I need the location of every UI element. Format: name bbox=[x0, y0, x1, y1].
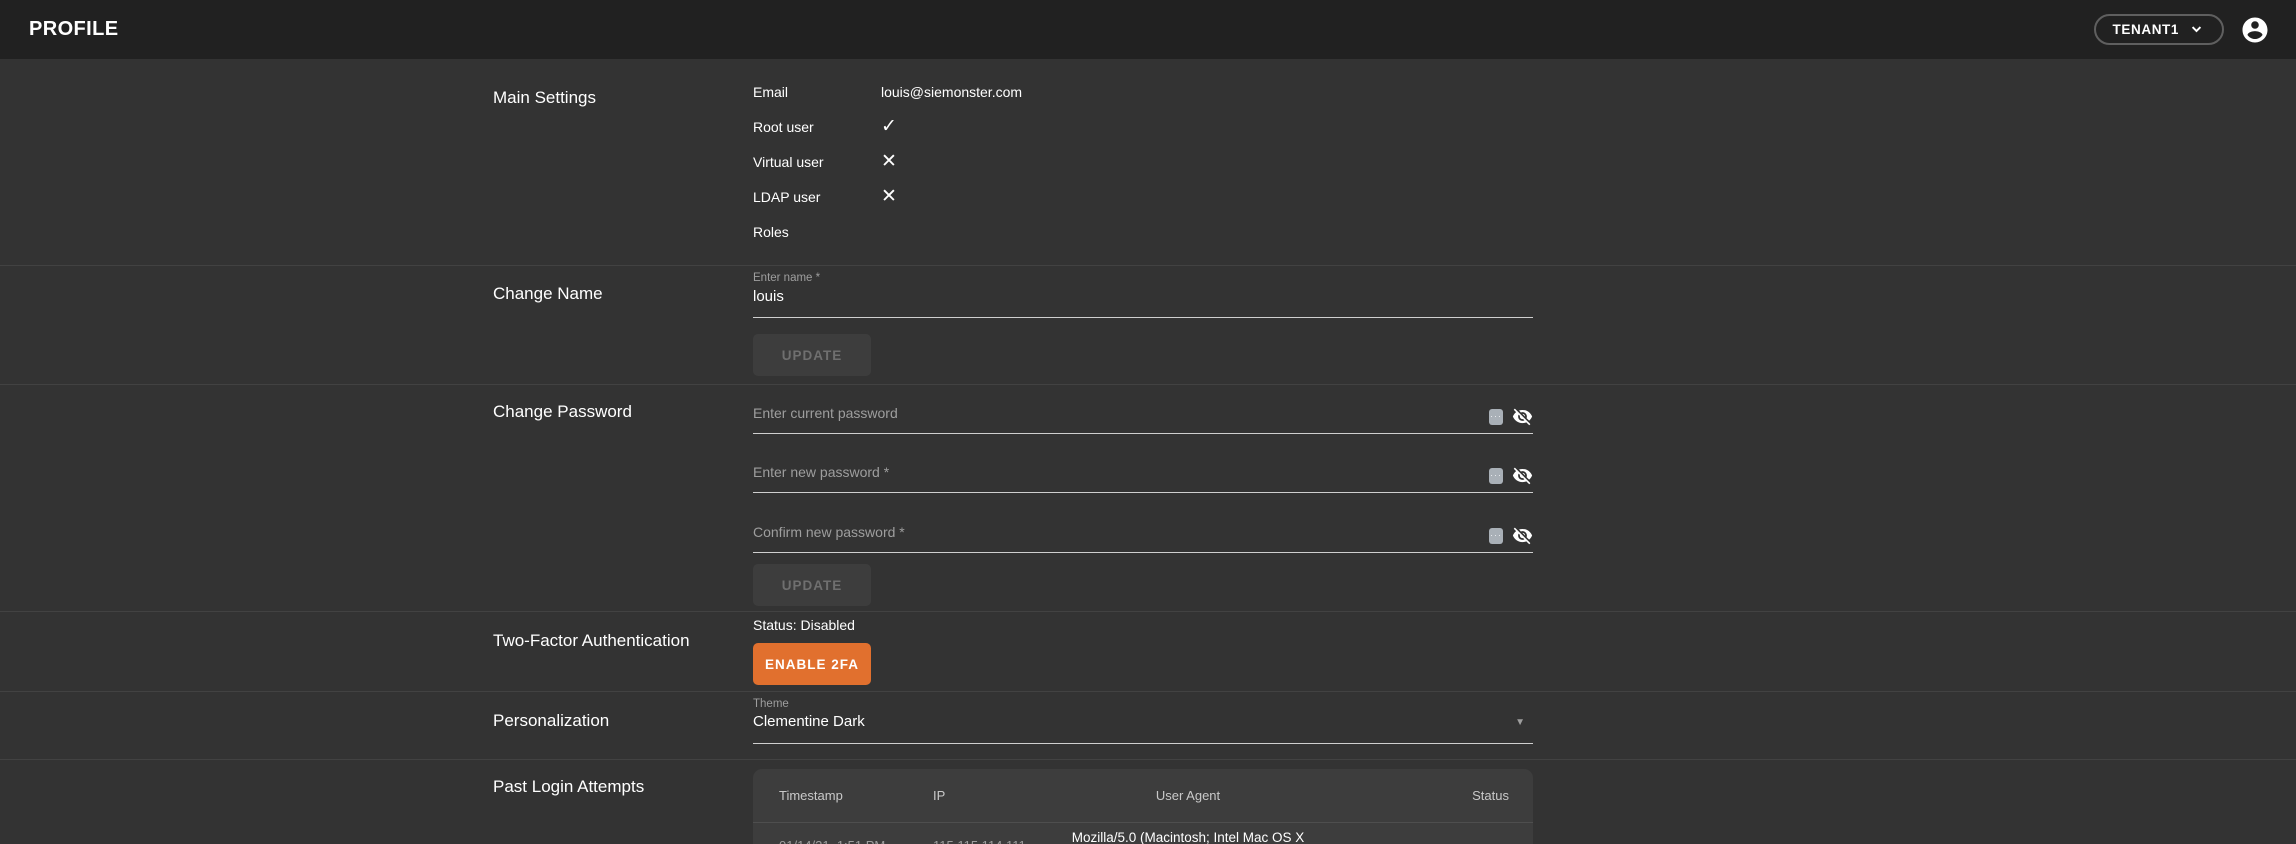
theme-select[interactable]: Clementine Dark ▼ bbox=[753, 713, 1533, 744]
column-header-ip: IP bbox=[933, 788, 1063, 803]
column-header-timestamp: Timestamp bbox=[753, 788, 933, 803]
info-row-virtual-user: Virtual user ✕ bbox=[753, 144, 1533, 179]
close-icon: ✕ bbox=[881, 187, 897, 206]
roles-label: Roles bbox=[753, 224, 881, 240]
personalization-content: Theme Clementine Dark ▼ bbox=[753, 692, 1533, 759]
column-header-user-agent: User Agent bbox=[1063, 788, 1313, 803]
section-title: Two-Factor Authentication bbox=[493, 612, 753, 691]
main-settings-content: Email louis@siemonster.com Root user ✓ V… bbox=[753, 59, 1533, 265]
info-row-root-user: Root user ✓ bbox=[753, 109, 1533, 144]
new-password-input[interactable] bbox=[753, 464, 1377, 480]
page-title: PROFILE bbox=[29, 18, 118, 41]
password-manager-icon[interactable]: ··· bbox=[1489, 409, 1503, 425]
visibility-off-icon[interactable] bbox=[1512, 465, 1533, 486]
password-manager-icon[interactable]: ··· bbox=[1489, 528, 1503, 544]
current-password-field: ··· bbox=[753, 405, 1533, 434]
cell-timestamp: 01/14/21, 1:51 PM bbox=[753, 823, 933, 844]
password-field-icons: ··· bbox=[1489, 406, 1533, 427]
info-row-ldap-user: LDAP user ✕ bbox=[753, 179, 1533, 214]
enable-2fa-button[interactable]: ENABLE 2FA bbox=[753, 643, 871, 685]
tenant-selector-button[interactable]: TENANT1 bbox=[2094, 14, 2224, 45]
new-password-field: ··· bbox=[753, 464, 1533, 493]
cell-user-agent: Mozilla/5.0 (Macintosh; Intel Mac OS X 1… bbox=[1063, 823, 1313, 844]
section-title: Change Name bbox=[493, 266, 753, 384]
name-field-label: Enter name * bbox=[753, 266, 1533, 284]
change-name-content: Enter name * UPDATE bbox=[753, 266, 1533, 384]
update-password-button[interactable]: UPDATE bbox=[753, 564, 871, 606]
section-title: Main Settings bbox=[493, 59, 753, 265]
password-manager-icon[interactable]: ··· bbox=[1489, 468, 1503, 484]
close-icon: ✕ bbox=[881, 152, 897, 171]
column-header-status: Status bbox=[1313, 788, 1533, 803]
ldap-user-label: LDAP user bbox=[753, 189, 881, 205]
section-personalization: Personalization Theme Clementine Dark ▼ bbox=[0, 692, 2296, 760]
section-title: Past Login Attempts bbox=[493, 760, 753, 844]
two-factor-content: Status: Disabled ENABLE 2FA bbox=[753, 612, 1533, 691]
section-title: Change Password bbox=[493, 385, 753, 611]
login-attempts-table: Timestamp IP User Agent Status 01/14/21,… bbox=[753, 769, 1533, 844]
visibility-off-icon[interactable] bbox=[1512, 525, 1533, 546]
section-two-factor: Two-Factor Authentication Status: Disabl… bbox=[0, 612, 2296, 692]
email-label: Email bbox=[753, 84, 881, 100]
root-user-label: Root user bbox=[753, 119, 881, 135]
theme-selected-value: Clementine Dark bbox=[753, 713, 865, 730]
info-row-roles: Roles bbox=[753, 214, 1533, 249]
virtual-user-label: Virtual user bbox=[753, 154, 881, 170]
check-icon: ✓ bbox=[881, 117, 897, 136]
password-field-icons: ··· bbox=[1489, 525, 1533, 546]
password-field-icons: ··· bbox=[1489, 465, 1533, 486]
section-main-settings: Main Settings Email louis@siemonster.com… bbox=[0, 59, 2296, 266]
theme-field-label: Theme bbox=[753, 692, 1533, 710]
past-login-content: Timestamp IP User Agent Status 01/14/21,… bbox=[753, 760, 1533, 844]
section-past-login-attempts: Past Login Attempts Timestamp IP User Ag… bbox=[0, 760, 2296, 844]
section-change-password: Change Password ··· ··· ··· bbox=[0, 385, 2296, 612]
name-input[interactable] bbox=[753, 288, 1533, 318]
two-factor-status: Status: Disabled bbox=[753, 617, 1533, 633]
visibility-off-icon[interactable] bbox=[1512, 406, 1533, 427]
info-row-email: Email louis@siemonster.com bbox=[753, 74, 1533, 109]
chevron-down-icon bbox=[2188, 21, 2205, 38]
dropdown-arrow-icon: ▼ bbox=[1515, 717, 1525, 728]
section-change-name: Change Name Enter name * UPDATE bbox=[0, 266, 2296, 385]
account-avatar-icon[interactable] bbox=[2240, 15, 2270, 45]
email-value: louis@siemonster.com bbox=[881, 84, 1022, 100]
change-password-content: ··· ··· ··· UPDA bbox=[753, 385, 1533, 611]
confirm-password-input[interactable] bbox=[753, 524, 1377, 540]
section-title: Personalization bbox=[493, 692, 753, 759]
update-name-button[interactable]: UPDATE bbox=[753, 334, 871, 376]
confirm-password-field: ··· bbox=[753, 524, 1533, 553]
top-bar: PROFILE TENANT1 bbox=[0, 0, 2296, 59]
current-password-input[interactable] bbox=[753, 405, 1377, 421]
table-row: 01/14/21, 1:51 PM 115.115.114.111 Mozill… bbox=[753, 823, 1533, 844]
table-header-row: Timestamp IP User Agent Status bbox=[753, 769, 1533, 823]
tenant-selector-label: TENANT1 bbox=[2113, 22, 2179, 37]
cell-ip: 115.115.114.111 bbox=[933, 823, 1063, 844]
cell-status bbox=[1313, 823, 1533, 844]
